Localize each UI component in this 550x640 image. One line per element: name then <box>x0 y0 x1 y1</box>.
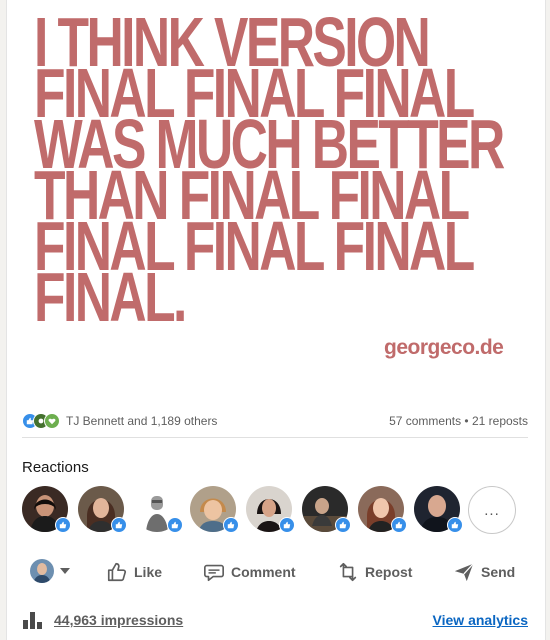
like-icon <box>447 517 463 533</box>
like-icon <box>111 517 127 533</box>
chevron-down-icon[interactable] <box>60 568 70 574</box>
more-reactions-button[interactable]: ... <box>468 486 516 534</box>
impressions-link[interactable]: 44,963 impressions <box>54 612 183 628</box>
repost-label: Repost <box>365 564 413 580</box>
reactor-summary[interactable]: TJ Bennett and 1,189 others <box>66 414 217 428</box>
like-icon <box>223 517 239 533</box>
action-bar: Like Comment Repost Send <box>0 556 550 588</box>
comment-label: Comment <box>231 564 296 580</box>
post-image[interactable]: I THINK VERSION FINAL FINAL FINAL WAS MU… <box>34 8 505 333</box>
bar-chart-icon <box>23 612 42 629</box>
like-button[interactable]: Like <box>106 560 162 584</box>
comment-button[interactable]: Comment <box>203 560 296 584</box>
avatar[interactable] <box>30 559 54 583</box>
reactions-heading: Reactions <box>22 459 89 476</box>
thumbs-up-icon <box>107 562 127 582</box>
send-button[interactable]: Send <box>453 560 515 584</box>
like-icon <box>167 517 183 533</box>
like-icon <box>55 517 71 533</box>
divider <box>22 437 528 438</box>
repost-button[interactable]: Repost <box>337 560 412 584</box>
send-icon <box>454 563 474 582</box>
post-footer: 44,963 impressions View analytics <box>22 608 528 632</box>
like-icon <box>335 517 351 533</box>
comment-icon <box>204 564 224 582</box>
repost-icon <box>339 562 357 582</box>
like-icon <box>391 517 407 533</box>
social-counts-row: TJ Bennett and 1,189 others 57 comments … <box>22 410 528 432</box>
like-icon <box>279 517 295 533</box>
view-analytics-link[interactable]: View analytics <box>433 612 528 628</box>
poster-brand: georgeco.de <box>384 336 504 359</box>
comments-reposts-count[interactable]: 57 comments • 21 reposts <box>389 414 528 428</box>
poster-line: FINAL. <box>34 258 187 337</box>
support-icon <box>44 413 60 429</box>
like-label: Like <box>134 564 163 580</box>
send-label: Send <box>481 564 516 580</box>
